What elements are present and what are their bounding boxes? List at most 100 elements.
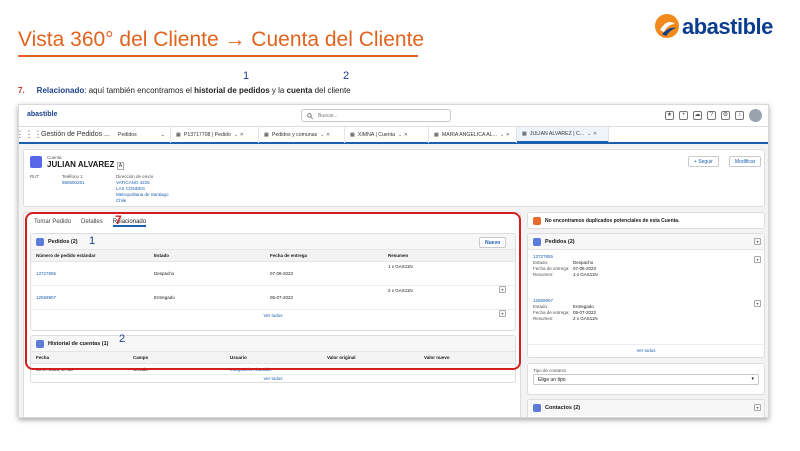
contact-type-select[interactable]: Elige un tipo ▾ bbox=[533, 374, 759, 385]
account-icon bbox=[30, 156, 42, 168]
user-avatar[interactable] bbox=[749, 109, 762, 122]
edit-button[interactable]: Modificar bbox=[729, 156, 762, 167]
step-text-c: del cliente bbox=[312, 86, 351, 95]
crm-screenshot: abastible Buscar... ★ + ☁ ? ⚙ ♪ ⋮⋮⋮ Gest… bbox=[18, 104, 769, 418]
favorites-icon[interactable]: ★ bbox=[665, 111, 674, 120]
nav-tab-label: XIMNA | Cuenta bbox=[357, 131, 396, 138]
app-launcher-icon[interactable]: ⋮⋮⋮ bbox=[19, 127, 43, 142]
search-icon bbox=[307, 113, 313, 119]
bell-icon[interactable]: ♪ bbox=[735, 111, 744, 120]
step-keyword-history: historial de pedidos bbox=[194, 86, 270, 95]
marker-2: 2 bbox=[343, 70, 350, 82]
close-icon[interactable]: ⌄ ✕ bbox=[587, 131, 597, 137]
phone-field: Teléfono 1 965550261 bbox=[62, 174, 85, 186]
nav-tab-label: Pedidos bbox=[118, 131, 137, 138]
account-icon: ▦ bbox=[434, 131, 439, 138]
rut-field: RUT bbox=[30, 174, 39, 180]
nav-tab-label: MARIA ANGELICA AL... bbox=[441, 131, 497, 138]
step-keyword: Relacionado bbox=[36, 86, 85, 95]
chevron-down-icon: ▾ bbox=[751, 376, 754, 382]
duplicates-text: No encontramos duplicados potenciales de… bbox=[545, 218, 680, 224]
marker-orders-1: 1 bbox=[89, 235, 96, 247]
nav-tab-label: Pedidos y comunas bbox=[271, 131, 318, 138]
console-nav: ⋮⋮⋮ Gestión de Pedidos ... Pedidos ⌄ ▦ P13… bbox=[19, 126, 768, 144]
title-underline bbox=[18, 55, 418, 57]
record-header: Cuenta JULIAN ALVAREZ A + Seguir Modific… bbox=[23, 149, 765, 207]
phone-value[interactable]: 965550261 bbox=[62, 180, 85, 186]
rut-label: RUT bbox=[30, 174, 40, 179]
order-icon: ▦ bbox=[176, 131, 181, 138]
help-icon[interactable]: ? bbox=[707, 111, 716, 120]
kv-value: 2 x GAS11N bbox=[573, 316, 598, 321]
app-name: Gestión de Pedidos ... bbox=[41, 131, 110, 138]
account-icon: ▦ bbox=[350, 131, 355, 138]
close-icon[interactable]: ⌄ ✕ bbox=[500, 132, 510, 138]
logo-flame-icon bbox=[655, 14, 679, 38]
logo-text: abastible bbox=[682, 14, 773, 39]
card-menu-icon[interactable]: ▾ bbox=[754, 404, 761, 411]
nav-tab-maria[interactable]: ▦ MARIA ANGELICA AL... ⌄ ✕ bbox=[429, 126, 517, 143]
global-search-input[interactable]: Buscar... bbox=[301, 109, 451, 122]
marker-7: 7 bbox=[115, 213, 122, 227]
nav-tab-comunas[interactable]: ▦ Pedidos y comunas ⌄ ✕ bbox=[259, 126, 345, 143]
contacts-card: Contactos (2) ▾ bbox=[527, 399, 765, 417]
nav-tab-julian[interactable]: ▦ JULIAN ALVAREZ | C... ⌄ ✕ bbox=[517, 126, 609, 143]
contacts-header: Contactos (2) bbox=[528, 400, 764, 416]
step-keyword-account: cuenta bbox=[286, 86, 313, 95]
follow-button[interactable]: + Seguir bbox=[688, 156, 719, 167]
chevron-down-icon[interactable]: ⌄ bbox=[161, 132, 165, 138]
address-value[interactable]: VATICANO 4226 LAS CONDES Metropolitana de … bbox=[116, 180, 169, 204]
search-placeholder: Buscar... bbox=[318, 113, 338, 119]
kv-value: 1 x GAS11N bbox=[573, 272, 598, 277]
marker-history-2: 2 bbox=[119, 333, 126, 345]
slide-title: Vista 360° del Cliente → Cuenta del Clie… bbox=[18, 28, 425, 51]
side-order-item: 13727855 Estado: Despacho Fecha de entreg… bbox=[533, 254, 733, 278]
abastible-logo: abastible bbox=[654, 12, 784, 42]
step-number: 7. bbox=[18, 86, 25, 95]
orders-icon bbox=[533, 237, 541, 246]
report-icon: ▦ bbox=[264, 131, 269, 138]
nav-tab-ximna[interactable]: ▦ XIMNA | Cuenta ⌄ ✕ bbox=[345, 126, 429, 143]
marker-1: 1 bbox=[243, 70, 250, 82]
side-orders-card: Pedidos (2) ▾ 13727855 Estado: Despacho F… bbox=[527, 233, 765, 358]
row-actions-icon[interactable]: ▾ bbox=[754, 256, 761, 263]
contact-type-label: Tipo de contacto bbox=[533, 368, 567, 373]
warning-icon bbox=[533, 217, 541, 225]
row-actions-icon[interactable]: ▾ bbox=[754, 300, 761, 307]
address-line: Chile bbox=[116, 198, 127, 203]
global-header: abastible Buscar... ★ + ☁ ? ⚙ ♪ bbox=[19, 105, 768, 127]
nav-tab-pedidos[interactable]: Pedidos ⌄ bbox=[113, 126, 171, 143]
duplicates-card: No encontramos duplicados potenciales de… bbox=[527, 212, 765, 229]
side-order-item: 12559907 Estado: Entregado Fecha de entre… bbox=[533, 298, 733, 322]
step-instruction: 7. Relacionado: aquí también encontramos … bbox=[18, 86, 351, 95]
nav-tab-label: P13717708 | Pedido bbox=[183, 131, 231, 138]
side-orders-header: Pedidos (2) bbox=[528, 234, 764, 250]
close-icon[interactable]: ⌄ ✕ bbox=[320, 132, 330, 138]
contact-type-value: Elige un tipo bbox=[538, 377, 566, 383]
nav-tab-label: JULIAN ALVAREZ | C... bbox=[529, 130, 585, 137]
hierarchy-icon[interactable]: A bbox=[116, 162, 125, 170]
account-name-text: JULIAN ALVAREZ bbox=[47, 160, 115, 169]
contacts-title[interactable]: Contactos (2) bbox=[545, 405, 580, 411]
card-menu-icon[interactable]: ▾ bbox=[754, 238, 761, 245]
history-view-all[interactable]: Ver todos bbox=[31, 375, 515, 382]
account-icon: ▦ bbox=[522, 130, 527, 137]
duplicates-message: No encontramos duplicados potenciales de… bbox=[528, 213, 764, 229]
trailhead-icon[interactable]: ☁ bbox=[693, 111, 702, 120]
header-tools: ★ + ☁ ? ⚙ ♪ bbox=[665, 109, 762, 122]
gear-icon[interactable]: ⚙ bbox=[721, 111, 730, 120]
contact-type-card: Tipo de contacto Elige un tipo ▾ bbox=[527, 363, 765, 395]
step-text-a: : aquí también encontramos el bbox=[84, 86, 195, 95]
highlight-box bbox=[25, 212, 521, 370]
app-logo: abastible bbox=[27, 111, 58, 118]
close-icon[interactable]: ⌄ ✕ bbox=[234, 132, 244, 138]
close-icon[interactable]: ⌄ ✕ bbox=[398, 132, 408, 138]
kv-label: Resumen: bbox=[533, 316, 554, 321]
add-icon[interactable]: + bbox=[679, 111, 688, 120]
side-orders-view-all[interactable]: Ver todos bbox=[528, 344, 764, 356]
contacts-icon bbox=[533, 404, 541, 412]
nav-tab-order[interactable]: ▦ P13717708 | Pedido ⌄ ✕ bbox=[171, 126, 259, 143]
kv-label: Resumen: bbox=[533, 272, 554, 277]
address-field: Dirección de envío VATICANO 4226 LAS CONDE… bbox=[116, 174, 169, 204]
side-orders-title[interactable]: Pedidos (2) bbox=[545, 239, 575, 245]
